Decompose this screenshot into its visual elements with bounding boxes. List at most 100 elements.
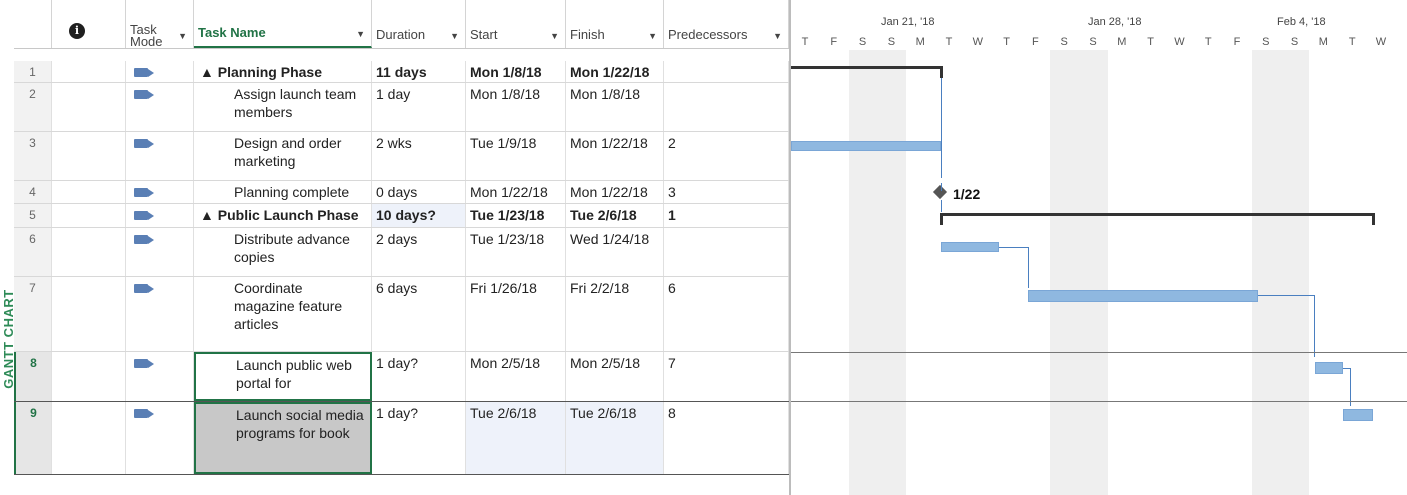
task-mode-cell[interactable] [126,132,194,180]
indicator-cell[interactable] [52,132,126,180]
task-mode-cell[interactable] [126,352,194,401]
table-row[interactable]: 9 Launch social media programs for book 1 … [14,402,789,475]
finish-cell[interactable]: Mon 1/22/18 [566,181,664,203]
row-id[interactable]: 9 [14,402,52,474]
start-cell[interactable]: Tue 1/23/18 [466,228,566,276]
view-bar[interactable]: GANTT CHART [0,0,16,495]
start-cell[interactable]: Mon 1/22/18 [466,181,566,203]
pred-cell[interactable] [664,61,789,82]
finish-cell[interactable]: Mon 1/22/18 [566,61,664,82]
chevron-down-icon[interactable]: ▼ [450,31,459,41]
gantt-chart-pane[interactable]: T F S S M T W T F S S M T W T F S S M T W Jan 21, '18 Jan 28, … [789,0,1407,495]
name-cell[interactable]: Coordinate magazine feature articles [194,277,372,351]
task-bar[interactable] [1028,290,1258,302]
name-cell[interactable]: Design and order marketing [194,132,372,180]
indicator-cell[interactable] [52,402,126,474]
summary-bar[interactable] [791,66,943,69]
duration-cell[interactable]: 10 days? [372,204,466,227]
indicator-cell[interactable] [52,228,126,276]
start-cell[interactable]: Mon 1/8/18 [466,61,566,82]
milestone-diamond[interactable] [932,184,948,200]
duration-cell[interactable]: 2 wks [372,132,466,180]
pred-cell[interactable]: 2 [664,132,789,180]
task-mode-cell[interactable] [126,277,194,351]
finish-cell[interactable]: Mon 2/5/18 [566,352,664,401]
pred-cell[interactable]: 1 [664,204,789,227]
summary-bar-end[interactable] [940,66,943,78]
indicator-cell[interactable] [52,204,126,227]
task-bar[interactable] [1315,362,1343,374]
duration-column-header[interactable]: Duration ▼ [372,0,466,48]
row-id[interactable]: 1 [14,61,52,82]
row-id[interactable]: 3 [14,132,52,180]
finish-cell[interactable]: Mon 1/8/18 [566,83,664,131]
chevron-down-icon[interactable]: ▼ [648,31,657,41]
task-mode-column-header[interactable]: Task Mode ▼ [126,0,194,48]
chevron-down-icon[interactable]: ▼ [356,29,365,39]
task-bar[interactable] [791,141,941,151]
pred-cell[interactable] [664,228,789,276]
start-cell[interactable]: Tue 1/9/18 [466,132,566,180]
name-cell[interactable]: ▲ Public Launch Phase [194,204,372,227]
finish-cell[interactable]: Tue 2/6/18 [566,402,664,474]
start-cell[interactable]: Mon 1/8/18 [466,83,566,131]
name-cell[interactable]: Planning complete [194,181,372,203]
duration-cell[interactable]: 11 days [372,61,466,82]
task-bar[interactable] [1343,409,1373,421]
task-name-column-header[interactable]: Task Name ▼ [194,0,372,48]
indicator-cell[interactable] [52,352,126,401]
start-cell[interactable]: Tue 2/6/18 [466,402,566,474]
name-cell[interactable]: Launch public web portal for [194,352,372,401]
duration-cell[interactable]: 1 day? [372,352,466,401]
row-id[interactable]: 5 [14,204,52,227]
finish-cell[interactable]: Wed 1/24/18 [566,228,664,276]
pred-cell[interactable]: 3 [664,181,789,203]
task-mode-cell[interactable] [126,181,194,203]
chevron-down-icon[interactable]: ▼ [550,31,559,41]
name-cell[interactable]: Assign launch team members [194,83,372,131]
indicators-column-header[interactable]: i [52,0,126,48]
row-id[interactable]: 6 [14,228,52,276]
chevron-down-icon[interactable]: ▼ [178,31,187,41]
summary-bar[interactable] [940,213,1375,216]
duration-cell[interactable]: 0 days [372,181,466,203]
duration-cell[interactable]: 1 day? [372,402,466,474]
table-row[interactable]: 1 ▲ Planning Phase 11 days Mon 1/8/18 Mon 1/… [14,61,789,83]
task-mode-cell[interactable] [126,402,194,474]
indicator-cell[interactable] [52,181,126,203]
table-row[interactable]: 7 Coordinate magazine feature articles 6 d… [14,277,789,352]
summary-bar-end[interactable] [1372,213,1375,225]
start-column-header[interactable]: Start ▼ [466,0,566,48]
name-cell[interactable]: Launch social media programs for book [194,402,372,474]
table-row[interactable]: 8 Launch public web portal for 1 day? Mon 2… [14,352,789,402]
table-row[interactable]: 4 Planning complete 0 days Mon 1/22/18 Mon 1… [14,181,789,204]
task-mode-cell[interactable] [126,204,194,227]
finish-column-header[interactable]: Finish ▼ [566,0,664,48]
task-mode-cell[interactable] [126,61,194,82]
duration-cell[interactable]: 2 days [372,228,466,276]
pred-cell[interactable]: 8 [664,402,789,474]
start-cell[interactable]: Fri 1/26/18 [466,277,566,351]
chevron-down-icon[interactable]: ▼ [773,31,782,41]
pred-cell[interactable]: 7 [664,352,789,401]
table-row[interactable]: 3 Design and order marketing 2 wks Tue 1/9/… [14,132,789,181]
table-row[interactable]: 5 ▲ Public Launch Phase 10 days? Tue 1/23/1… [14,204,789,228]
task-bar[interactable] [941,242,999,252]
task-mode-cell[interactable] [126,83,194,131]
pred-cell[interactable]: 6 [664,277,789,351]
pred-cell[interactable] [664,83,789,131]
start-cell[interactable]: Mon 2/5/18 [466,352,566,401]
task-mode-cell[interactable] [126,228,194,276]
row-id[interactable]: 4 [14,181,52,203]
table-row[interactable]: 6 Distribute advance copies 2 days Tue 1/23… [14,228,789,277]
duration-cell[interactable]: 6 days [372,277,466,351]
indicator-cell[interactable] [52,61,126,82]
predecessors-column-header[interactable]: Predecessors ▼ [664,0,789,48]
start-cell[interactable]: Tue 1/23/18 [466,204,566,227]
finish-cell[interactable]: Fri 2/2/18 [566,277,664,351]
table-row[interactable]: 2 Assign launch team members 1 day Mon 1/8/… [14,83,789,132]
row-id[interactable]: 2 [14,83,52,131]
duration-cell[interactable]: 1 day [372,83,466,131]
row-id[interactable]: 7 [14,277,52,351]
finish-cell[interactable]: Mon 1/22/18 [566,132,664,180]
